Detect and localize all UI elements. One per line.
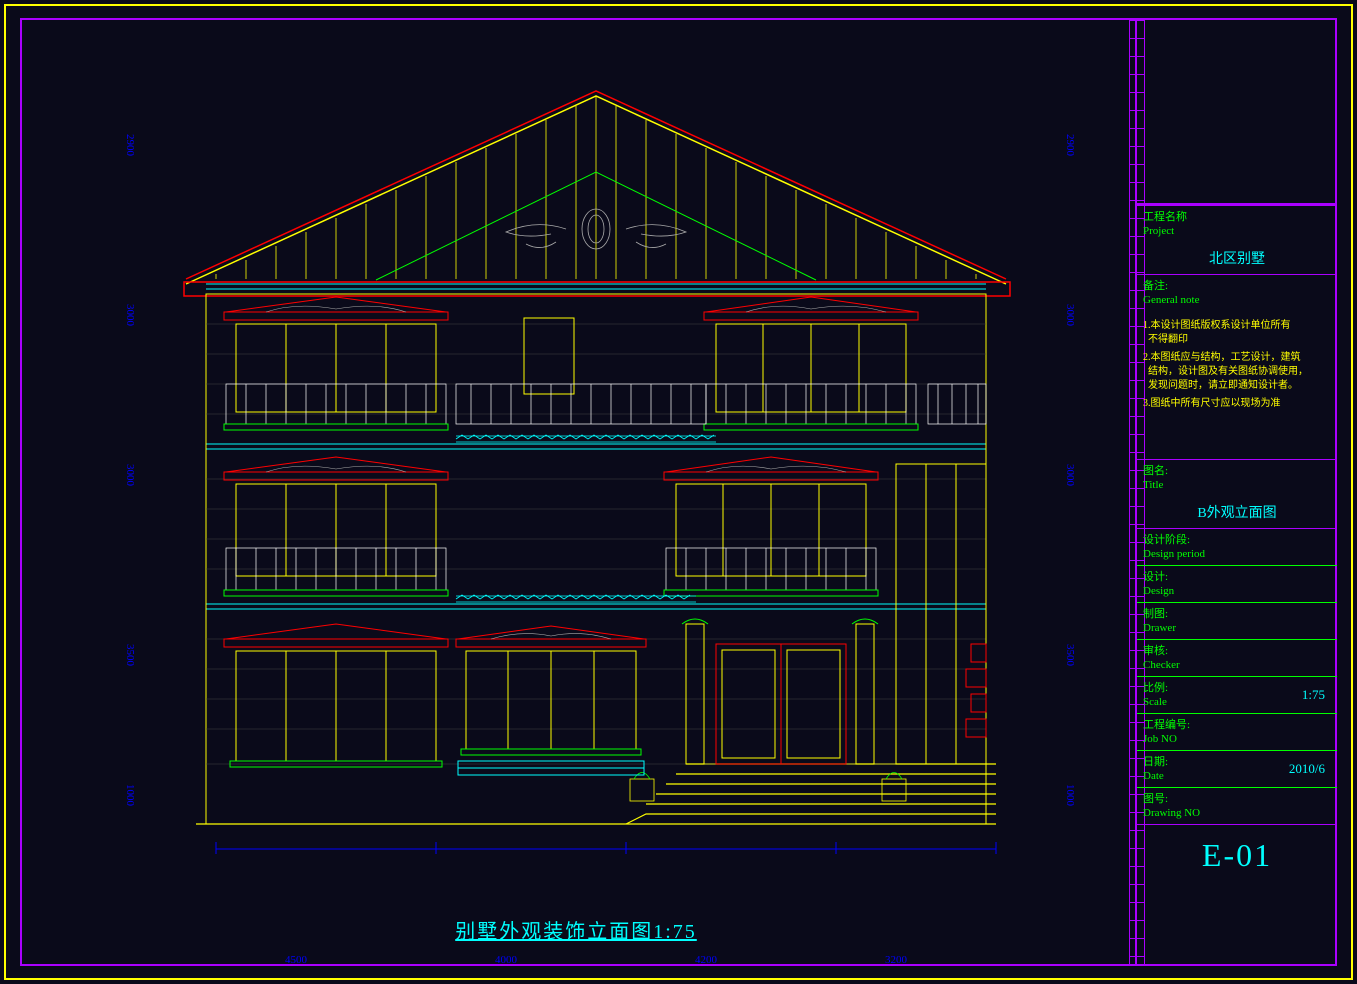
title-label: 图名: Title bbox=[1137, 459, 1337, 496]
dim-h2: 4000 bbox=[466, 954, 546, 966]
title-block: 工程名称 Project 北区别墅 备注: General note 1.本设计… bbox=[1135, 18, 1337, 966]
note-3: 3.图纸中所有尺寸应以现场为准 bbox=[1143, 397, 1331, 411]
design: 设计: Design bbox=[1137, 565, 1337, 602]
dim-vr2: 3000 bbox=[1064, 304, 1076, 326]
dim-vl1: 2900 bbox=[124, 134, 136, 156]
drawing-area: 4500 4000 4200 3200 2900 3000 3000 3500 … bbox=[26, 24, 1126, 964]
date-label: 日期: Date bbox=[1143, 755, 1168, 783]
general-notes: 1.本设计图纸版权系设计单位所有 不得翻印 2.本图纸应与结构，工艺设计，建筑 … bbox=[1137, 311, 1337, 419]
dim-vr3: 3000 bbox=[1064, 464, 1076, 486]
drawing-caption: 别墅外观装饰立面图1:75 bbox=[455, 915, 697, 944]
notes-label: 备注: General note bbox=[1137, 274, 1337, 311]
project-value: 北区别墅 bbox=[1137, 242, 1337, 274]
scale-label: 比例: Scale bbox=[1143, 681, 1168, 709]
drawer: 制图: Drawer bbox=[1137, 602, 1337, 639]
date-value: 2010/6 bbox=[1289, 762, 1325, 776]
scale-value: 1:75 bbox=[1302, 688, 1325, 702]
note-2: 2.本图纸应与结构，工艺设计，建筑 结构，设计图及有关图纸协调使用， 发现问题时… bbox=[1143, 351, 1331, 393]
dim-vl4: 3500 bbox=[124, 644, 136, 666]
dim-h3: 4200 bbox=[666, 954, 746, 966]
villa-elevation bbox=[156, 84, 1036, 854]
sheet-number: E-01 bbox=[1137, 824, 1337, 886]
titleblock-logo-area bbox=[1137, 18, 1337, 205]
design-period: 设计阶段: Design period bbox=[1137, 528, 1337, 565]
dim-vl5: 1000 bbox=[124, 784, 136, 806]
note-1: 1.本设计图纸版权系设计单位所有 不得翻印 bbox=[1143, 319, 1331, 347]
scale-row: 比例: Scale 1:75 bbox=[1137, 676, 1337, 713]
dim-vl2: 3000 bbox=[124, 304, 136, 326]
title-value: B外观立面图 bbox=[1137, 496, 1337, 528]
dim-vr4: 3500 bbox=[1064, 644, 1076, 666]
dim-h4: 3200 bbox=[856, 954, 936, 966]
dim-h1: 4500 bbox=[256, 954, 336, 966]
dim-vl3: 3000 bbox=[124, 464, 136, 486]
drawing-no-label: 图号: Drawing NO bbox=[1137, 787, 1337, 824]
cad-frame: 4500 4000 4200 3200 2900 3000 3000 3500 … bbox=[0, 0, 1357, 984]
date-row: 日期: Date 2010/6 bbox=[1137, 750, 1337, 787]
dim-vr1: 2900 bbox=[1064, 134, 1076, 156]
jobno: 工程编号: Job NO bbox=[1137, 713, 1337, 750]
dim-vr5: 1000 bbox=[1064, 784, 1076, 806]
elevation-svg bbox=[156, 84, 1036, 854]
project-label: 工程名称 Project bbox=[1137, 205, 1337, 242]
checker: 审核: Checker bbox=[1137, 639, 1337, 676]
